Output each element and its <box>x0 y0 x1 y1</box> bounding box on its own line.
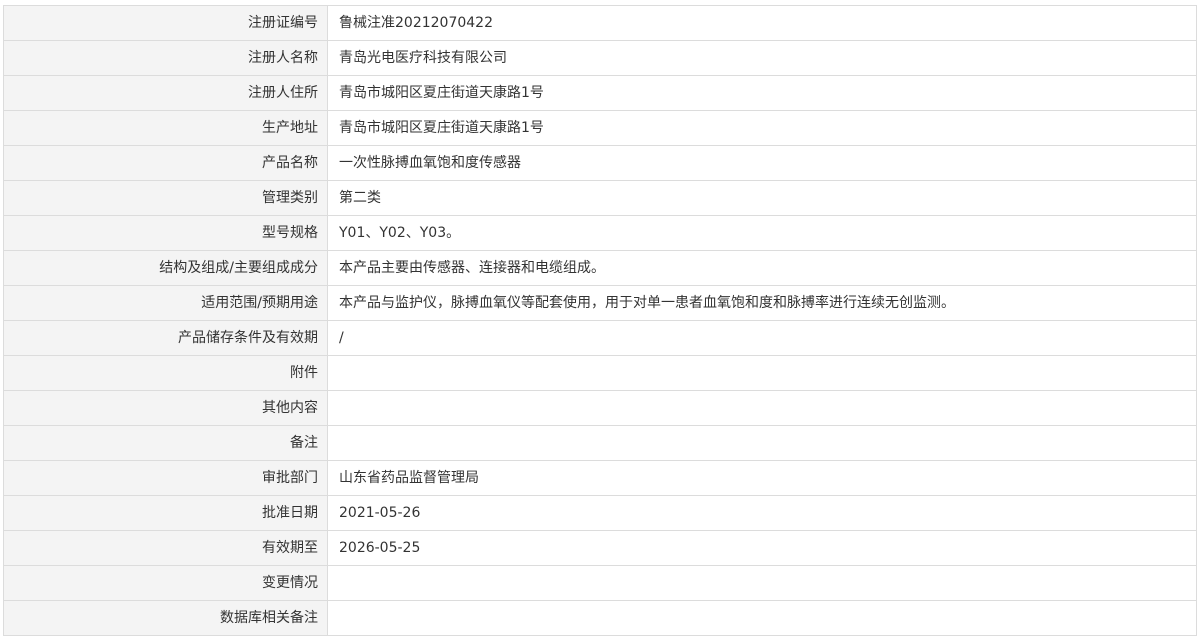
table-row: 适用范围/预期用途 本产品与监护仪，脉搏血氧仪等配套使用，用于对单一患者血氧饱和… <box>3 285 1197 321</box>
field-label: 生产地址 <box>3 110 328 146</box>
field-label: 备注 <box>3 425 328 461</box>
field-label: 型号规格 <box>3 215 328 251</box>
field-value: 青岛光电医疗科技有限公司 <box>327 40 1197 76</box>
field-value: 2026-05-25 <box>327 530 1197 566</box>
field-label: 批准日期 <box>3 495 328 531</box>
table-row: 变更情况 <box>3 565 1197 601</box>
field-label: 注册人名称 <box>3 40 328 76</box>
field-label: 管理类别 <box>3 180 328 216</box>
field-label: 产品名称 <box>3 145 328 181</box>
field-label: 审批部门 <box>3 460 328 496</box>
field-label: 注册人住所 <box>3 75 328 111</box>
field-value <box>327 425 1197 461</box>
field-value: 鲁械注准20212070422 <box>327 5 1197 41</box>
field-label: 变更情况 <box>3 565 328 601</box>
field-value <box>327 390 1197 426</box>
field-label: 附件 <box>3 355 328 391</box>
table-row: 型号规格 Y01、Y02、Y03。 <box>3 215 1197 251</box>
field-label: 数据库相关备注 <box>3 600 328 636</box>
table-row: 批准日期 2021-05-26 <box>3 495 1197 531</box>
table-row: 备注 <box>3 425 1197 461</box>
table-row: 审批部门 山东省药品监督管理局 <box>3 460 1197 496</box>
field-label: 结构及组成/主要组成成分 <box>3 250 328 286</box>
field-value <box>327 565 1197 601</box>
table-row: 注册证编号 鲁械注准20212070422 <box>3 5 1197 41</box>
table-row: 结构及组成/主要组成成分 本产品主要由传感器、连接器和电缆组成。 <box>3 250 1197 286</box>
registration-record-table: 注册证编号 鲁械注准20212070422 注册人名称 青岛光电医疗科技有限公司… <box>3 5 1197 636</box>
field-value: 第二类 <box>327 180 1197 216</box>
field-value: 本产品主要由传感器、连接器和电缆组成。 <box>327 250 1197 286</box>
field-value: 山东省药品监督管理局 <box>327 460 1197 496</box>
field-value: 一次性脉搏血氧饱和度传感器 <box>327 145 1197 181</box>
field-value: / <box>327 320 1197 356</box>
field-label: 产品储存条件及有效期 <box>3 320 328 356</box>
table-row: 附件 <box>3 355 1197 391</box>
table-row: 数据库相关备注 <box>3 600 1197 636</box>
table-row: 产品储存条件及有效期 / <box>3 320 1197 356</box>
field-label: 注册证编号 <box>3 5 328 41</box>
field-value <box>327 355 1197 391</box>
field-value: 本产品与监护仪，脉搏血氧仪等配套使用，用于对单一患者血氧饱和度和脉搏率进行连续无… <box>327 285 1197 321</box>
field-value: Y01、Y02、Y03。 <box>327 215 1197 251</box>
field-value: 2021-05-26 <box>327 495 1197 531</box>
field-value <box>327 600 1197 636</box>
field-value: 青岛市城阳区夏庄街道天康路1号 <box>327 75 1197 111</box>
field-value: 青岛市城阳区夏庄街道天康路1号 <box>327 110 1197 146</box>
table-row: 注册人名称 青岛光电医疗科技有限公司 <box>3 40 1197 76</box>
field-label: 适用范围/预期用途 <box>3 285 328 321</box>
table-row: 有效期至 2026-05-25 <box>3 530 1197 566</box>
table-row: 管理类别 第二类 <box>3 180 1197 216</box>
table-row: 其他内容 <box>3 390 1197 426</box>
field-label: 有效期至 <box>3 530 328 566</box>
table-row: 注册人住所 青岛市城阳区夏庄街道天康路1号 <box>3 75 1197 111</box>
table-row: 生产地址 青岛市城阳区夏庄街道天康路1号 <box>3 110 1197 146</box>
field-label: 其他内容 <box>3 390 328 426</box>
table-row: 产品名称 一次性脉搏血氧饱和度传感器 <box>3 145 1197 181</box>
